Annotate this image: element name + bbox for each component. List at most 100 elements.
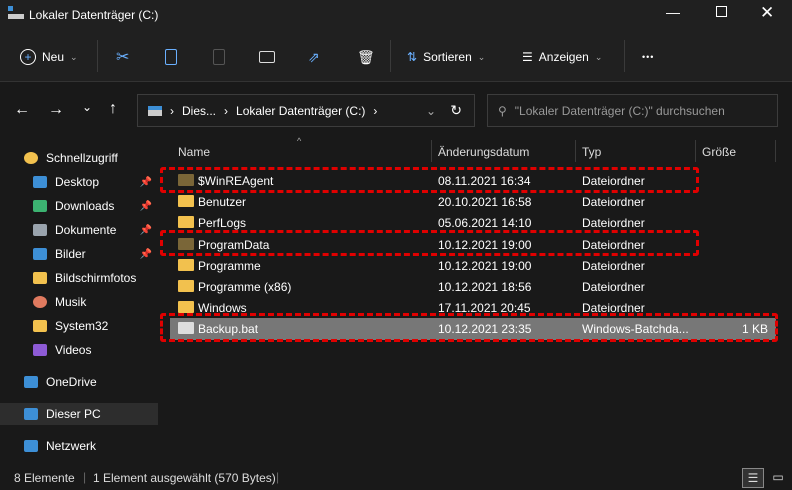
file-date: 05.06.2021 14:10 bbox=[438, 216, 532, 231]
cut-button[interactable]: ✂ bbox=[116, 44, 129, 70]
tiles-view-button[interactable]: ▭ bbox=[768, 468, 788, 488]
details-view-button[interactable]: ☰ bbox=[742, 468, 764, 488]
sort-button[interactable]: ⇅ Sortieren ⌄ bbox=[407, 44, 485, 70]
file-name: Programme bbox=[198, 258, 261, 273]
close-button[interactable]: ✕ bbox=[760, 3, 774, 23]
sidebar-item-label: OneDrive bbox=[46, 375, 97, 389]
sidebar-item-label: Netzwerk bbox=[46, 439, 97, 453]
status-bar: 8 Elemente | 1 Element ausgewählt (570 B… bbox=[0, 466, 792, 490]
highlight-box bbox=[160, 313, 778, 342]
pin-icon: 📌 bbox=[139, 224, 152, 236]
folder-icon bbox=[33, 272, 47, 284]
search-placeholder: "Lokaler Datenträger (C:)" durchsuchen bbox=[514, 103, 725, 118]
folder-icon bbox=[178, 301, 194, 314]
chevron-down-icon: ⌄ bbox=[477, 51, 486, 62]
folder-icon bbox=[178, 258, 194, 271]
sidebar-item-label: Videos bbox=[55, 343, 92, 357]
minimize-button[interactable]: — bbox=[666, 4, 680, 20]
recent-dropdown-button[interactable]: ⌄ bbox=[82, 100, 92, 114]
file-type: Dateiordner bbox=[582, 258, 645, 273]
sidebar-item[interactable]: Dokumente 📌 bbox=[0, 219, 158, 241]
search-icon: ⚲ bbox=[498, 103, 507, 118]
breadcrumb-separator: › bbox=[224, 103, 229, 118]
breadcrumb-item[interactable]: Lokaler Datenträger (C:) bbox=[236, 104, 365, 118]
file-name: PerfLogs bbox=[198, 216, 247, 231]
address-dropdown-icon[interactable]: ⌄ bbox=[426, 104, 436, 118]
sidebar-item-label: Schnellzugriff bbox=[46, 151, 118, 165]
sidebar-item-label: Bilder bbox=[55, 247, 86, 261]
column-header-date[interactable]: Änderungsdatum bbox=[438, 145, 529, 159]
file-date: 10.12.2021 19:00 bbox=[438, 258, 532, 273]
rename-button[interactable] bbox=[259, 44, 275, 70]
copy-button[interactable] bbox=[165, 44, 177, 70]
new-button[interactable]: + Neu ⌄ bbox=[20, 44, 78, 70]
sidebar-item-label: Downloads bbox=[55, 199, 115, 213]
chevron-down-icon: ⌄ bbox=[70, 51, 78, 62]
paste-icon bbox=[213, 49, 225, 65]
pin-icon: 📌 bbox=[139, 248, 152, 260]
address-bar[interactable]: › Dies... › Lokaler Datenträger (C:) › ⌄… bbox=[137, 94, 475, 127]
breadcrumb-separator: › bbox=[170, 103, 174, 118]
sidebar-item[interactable]: Dieser PC bbox=[0, 403, 158, 425]
sidebar-item[interactable]: Bildschirmfotos bbox=[0, 267, 158, 289]
title-bar: Lokaler Datenträger (C:) — ✕ bbox=[0, 0, 792, 30]
desktop-icon bbox=[33, 176, 47, 188]
plus-icon: + bbox=[20, 49, 36, 65]
sidebar-item[interactable]: Bilder 📌 bbox=[0, 243, 158, 265]
more-button[interactable]: ••• bbox=[642, 44, 654, 70]
back-button[interactable]: ← bbox=[14, 101, 30, 119]
sidebar-item[interactable]: Downloads 📌 bbox=[0, 195, 158, 217]
pin-icon: 📌 bbox=[139, 200, 152, 212]
video-icon bbox=[33, 344, 47, 356]
sidebar-item-label: Musik bbox=[55, 295, 87, 309]
file-type: Dateiordner bbox=[582, 195, 645, 210]
maximize-button[interactable] bbox=[716, 6, 727, 17]
sidebar-item[interactable]: Desktop 📌 bbox=[0, 171, 158, 193]
pictures-icon bbox=[33, 248, 47, 260]
highlight-box bbox=[160, 167, 699, 193]
sidebar-item-label: Bildschirmfotos bbox=[55, 271, 137, 285]
pc-icon bbox=[24, 408, 38, 420]
forward-button[interactable]: → bbox=[48, 101, 64, 119]
up-button[interactable]: ↑ bbox=[109, 100, 117, 118]
music-icon bbox=[33, 296, 47, 308]
sidebar-item[interactable]: Musik bbox=[0, 291, 158, 313]
sidebar-item[interactable]: Videos bbox=[0, 339, 158, 361]
cloud-icon bbox=[24, 376, 38, 388]
file-row[interactable]: Programme 10.12.2021 19:00 Dateiordner bbox=[170, 255, 776, 276]
sidebar-item[interactable]: System32 bbox=[0, 315, 158, 337]
column-header-type[interactable]: Typ bbox=[582, 145, 601, 159]
folder-icon bbox=[178, 280, 194, 292]
rename-icon bbox=[259, 51, 275, 63]
search-input[interactable]: ⚲ "Lokaler Datenträger (C:)" durchsuchen bbox=[487, 94, 778, 127]
sidebar-item[interactable]: OneDrive bbox=[0, 371, 158, 393]
share-button[interactable]: ⇗ bbox=[308, 44, 320, 70]
breadcrumb-item[interactable]: Dies... bbox=[182, 104, 216, 118]
refresh-button[interactable]: ↻ bbox=[450, 102, 462, 119]
sidebar-item-label: Desktop bbox=[55, 175, 100, 189]
paste-button[interactable] bbox=[213, 44, 225, 70]
sort-ascending-icon: ^ bbox=[297, 136, 302, 146]
file-name: Benutzer bbox=[198, 195, 247, 210]
copy-icon bbox=[165, 49, 177, 65]
pin-icon: 📌 bbox=[139, 176, 152, 188]
highlight-box bbox=[160, 230, 699, 256]
drive-icon bbox=[8, 6, 24, 20]
folder-icon bbox=[178, 216, 194, 229]
file-row[interactable]: Benutzer 20.10.2021 16:58 Dateiordner bbox=[170, 191, 776, 212]
trash-icon: 🗑 bbox=[357, 48, 375, 65]
sidebar-item[interactable]: Netzwerk bbox=[0, 435, 158, 457]
file-date: 10.12.2021 18:56 bbox=[438, 280, 532, 294]
sidebar-item[interactable]: Schnellzugriff bbox=[0, 147, 158, 169]
file-date: 20.10.2021 16:58 bbox=[438, 195, 532, 210]
file-type: Dateiordner bbox=[582, 280, 645, 294]
new-label: Neu bbox=[42, 50, 65, 64]
view-icon: ☰ bbox=[522, 50, 533, 64]
column-header-name[interactable]: Name bbox=[178, 145, 210, 159]
chevron-down-icon: ⌄ bbox=[594, 51, 603, 62]
sidebar-item-label: Dokumente bbox=[55, 223, 117, 237]
view-button[interactable]: ☰ Anzeigen ⌄ bbox=[522, 44, 602, 70]
delete-button[interactable]: 🗑 bbox=[357, 44, 375, 70]
file-row[interactable]: Programme (x86) 10.12.2021 18:56 Dateiordn… bbox=[170, 276, 776, 297]
column-header-size[interactable]: Größe bbox=[702, 145, 736, 159]
